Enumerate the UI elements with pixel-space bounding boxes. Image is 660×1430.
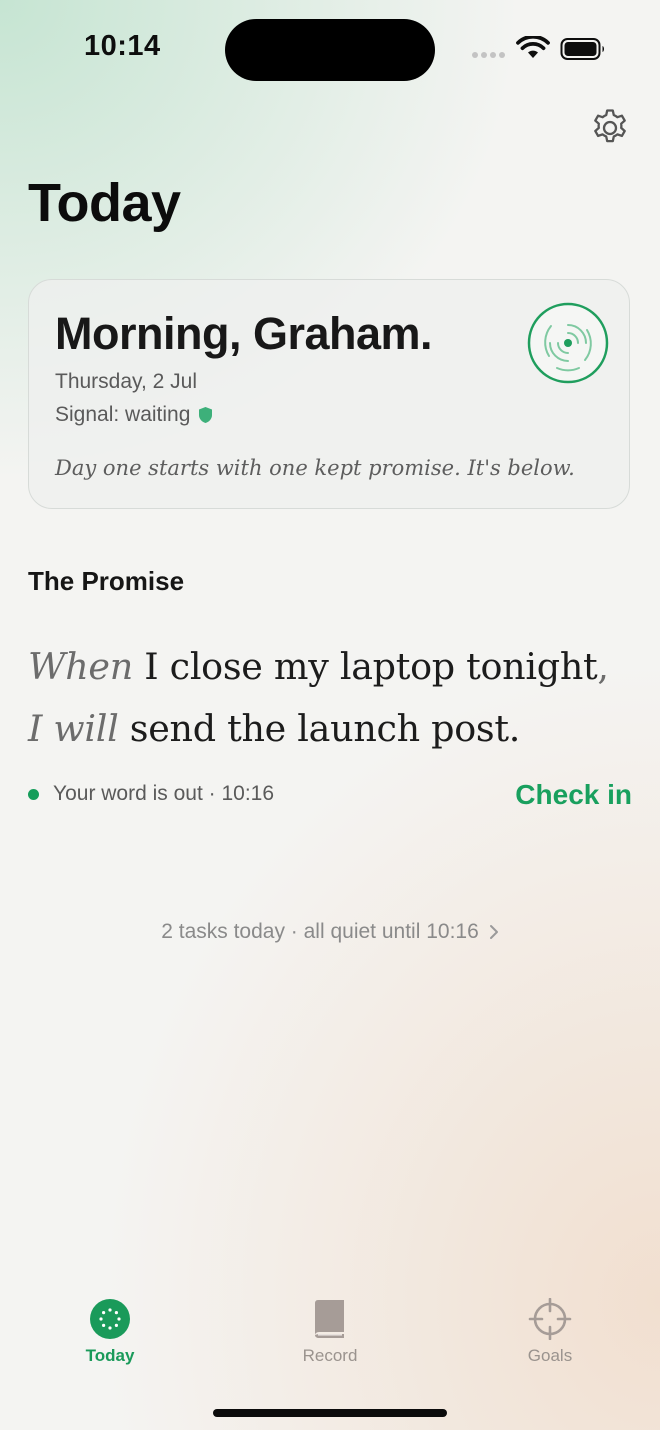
promise-line-action: I will send the launch post.	[28, 698, 638, 760]
greeting-text: Morning, Graham.	[55, 308, 433, 359]
tab-today[interactable]: Today	[40, 1298, 180, 1366]
card-quote: Day one starts with one kept promise. It…	[55, 456, 575, 480]
wifi-icon	[516, 36, 550, 58]
promise-line-trigger: When I close my laptop tonight,	[28, 636, 638, 698]
promise-text: When I close my laptop tonight, I will s…	[28, 636, 638, 760]
shield-icon	[199, 407, 213, 423]
promise-status-text: Your word is out · 10:16	[53, 782, 275, 805]
tab-record-label: Record	[302, 1346, 358, 1365]
signal-text: Signal: waiting	[55, 403, 191, 426]
chevron-right-icon	[489, 925, 498, 939]
tasks-summary-text: 2 tasks today · all quiet until 10:16	[161, 920, 479, 943]
promise-action: send the launch post.	[129, 707, 521, 750]
promise-trigger: I close my laptop tonight	[144, 645, 598, 688]
will-keyword: I will	[28, 707, 119, 750]
tab-goals[interactable]: Goals	[480, 1298, 620, 1366]
home-indicator	[213, 1409, 447, 1417]
dynamic-island	[225, 19, 435, 81]
when-keyword: When	[28, 645, 133, 688]
cellular-dots-icon	[472, 52, 505, 58]
promise-separator: ,	[597, 645, 609, 688]
tab-record[interactable]: Record	[260, 1298, 400, 1366]
book-icon	[315, 1300, 344, 1338]
status-time: 10:14	[84, 30, 161, 62]
today-icon	[90, 1299, 130, 1339]
radar-icon	[527, 302, 609, 384]
check-in-button[interactable]: Check in	[515, 779, 632, 811]
tab-goals-label: Goals	[527, 1346, 573, 1365]
section-title: The Promise	[28, 566, 185, 596]
greeting-card: Morning, Graham. Thursday, 2 Jul Signal:…	[28, 279, 630, 509]
tasks-summary-link[interactable]: 2 tasks today · all quiet until 10:16	[0, 920, 660, 944]
gear-icon[interactable]	[588, 106, 632, 150]
page-title: Today	[28, 173, 181, 233]
battery-icon	[560, 38, 604, 60]
tab-today-label: Today	[85, 1346, 135, 1365]
status-dot-icon	[28, 788, 39, 800]
date-text: Thursday, 2 Jul	[55, 370, 198, 393]
crosshair-icon	[528, 1298, 572, 1340]
signal-status: Signal: waiting	[55, 403, 213, 427]
promise-status: Your word is out · 10:16	[28, 782, 274, 806]
